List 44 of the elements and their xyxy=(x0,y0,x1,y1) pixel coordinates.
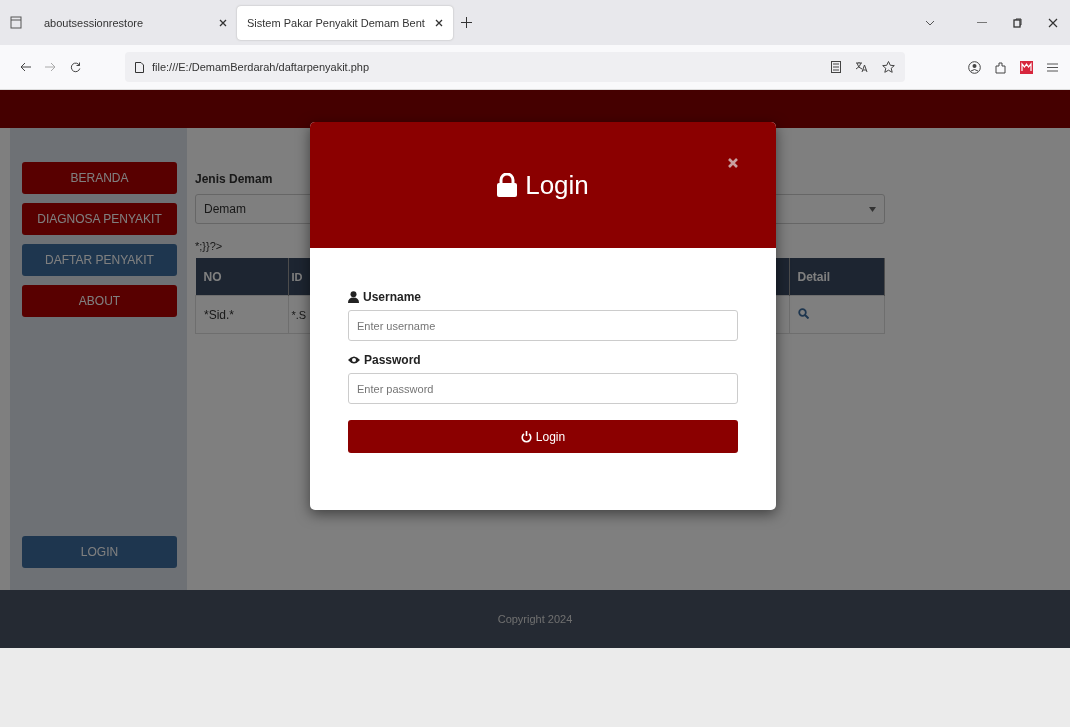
browser-tab[interactable]: aboutsessionrestore xyxy=(34,5,237,40)
nav-button[interactable]: BERANDA xyxy=(22,162,177,194)
nav-button[interactable]: DAFTAR PENYAKIT xyxy=(22,244,177,276)
power-icon xyxy=(520,430,532,443)
menu-icon[interactable] xyxy=(1047,62,1058,72)
star-icon[interactable] xyxy=(882,61,895,73)
login-button[interactable]: LOGIN xyxy=(22,536,177,568)
nav-button[interactable]: ABOUT xyxy=(22,285,177,317)
account-icon[interactable] xyxy=(968,60,981,74)
field-label: Username xyxy=(363,290,422,304)
reload-icon[interactable] xyxy=(70,61,81,73)
tab-list-icon[interactable] xyxy=(10,16,22,29)
reader-view-icon[interactable] xyxy=(831,61,841,73)
column-header: Detail xyxy=(789,258,885,296)
input-field[interactable]: Enter username xyxy=(348,310,738,341)
close-icon[interactable] xyxy=(219,18,227,27)
extension-icon[interactable] xyxy=(1020,60,1033,74)
column-header: NO xyxy=(195,258,288,296)
nav-button[interactable]: DIAGNOSA PENYAKIT xyxy=(22,203,177,235)
field-label: Jenis Demam xyxy=(195,172,273,186)
eye-icon xyxy=(348,355,360,365)
browser-tab[interactable]: Sistem Pakar Penyakit Demam Bent xyxy=(237,5,453,40)
lock-icon xyxy=(497,173,518,197)
minimize-icon[interactable] xyxy=(977,21,987,24)
close-icon[interactable] xyxy=(1048,17,1058,28)
address-bar[interactable]: file:///E:/DemamBerdarah/daftarpenyakit.php xyxy=(125,52,905,82)
page-icon xyxy=(135,61,144,73)
caret-icon xyxy=(869,206,876,212)
dialog-title: Login xyxy=(525,169,589,201)
close-icon[interactable] xyxy=(434,18,443,27)
chevron-down-icon[interactable] xyxy=(925,19,935,26)
login-button[interactable]: Login xyxy=(348,420,738,453)
field-label: Password xyxy=(364,353,421,367)
url-text: file:///E:/DemamBerdarah/daftarpenyakit.php xyxy=(152,61,370,73)
stray-text: *;}}?> xyxy=(195,240,223,252)
translate-icon[interactable] xyxy=(855,61,868,73)
restore-icon[interactable] xyxy=(1013,17,1022,28)
input-field[interactable]: Enter password xyxy=(348,373,738,404)
plus-icon[interactable] xyxy=(460,17,472,28)
user-icon xyxy=(348,291,359,303)
search-icon[interactable] xyxy=(797,307,809,319)
back-icon[interactable] xyxy=(20,62,31,72)
table-cell: *Sid.* xyxy=(195,295,288,334)
copyright-text: Copyright 2024 xyxy=(497,613,573,625)
